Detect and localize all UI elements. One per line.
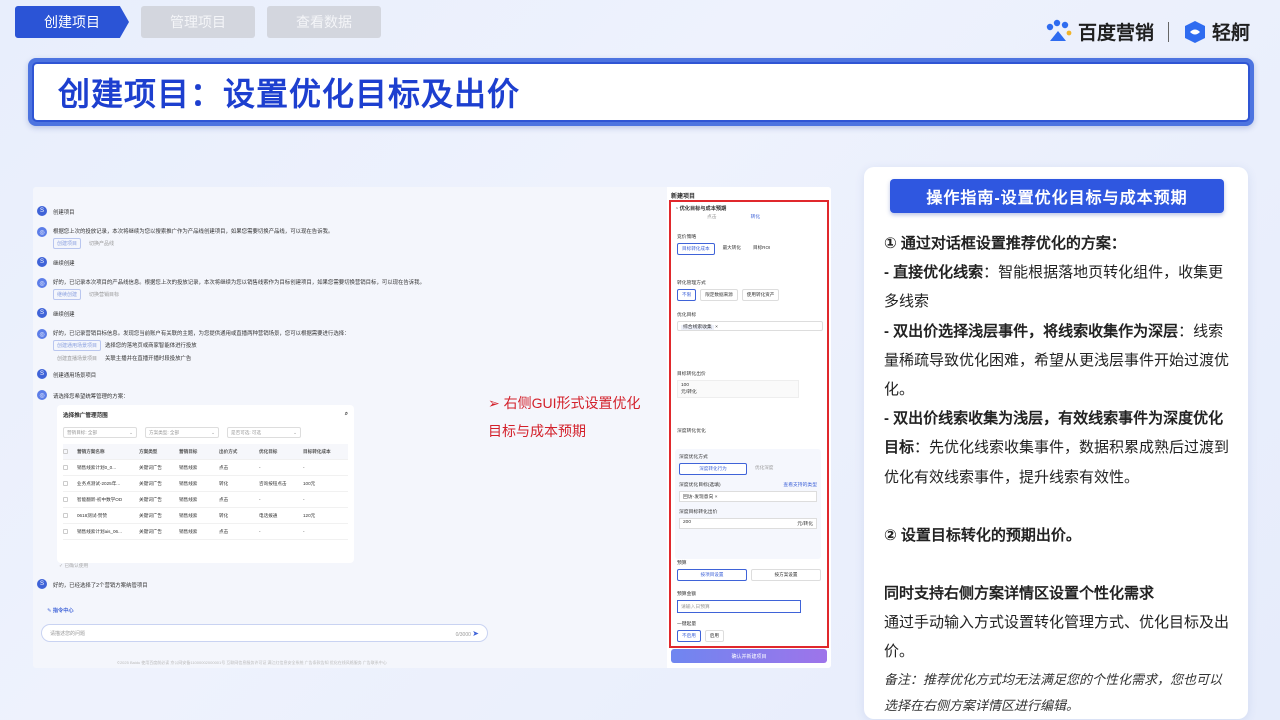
guide-note: 备注：推荐优化方式均无法满足您的个性化需求，您也可以选择在右侧方案详情区进行编辑… (884, 671, 1223, 713)
chat-option-desc: 关联主播并在直播开播时段投放广告 (105, 356, 192, 362)
qingfan-logo-text: 轻舸 (1211, 23, 1250, 44)
scheme-select-table: 选择推广管理范围 ⌕ 营销目标: 全部 ⌄ 方案类型: 全部 ⌄ 是否可选: 可选 ⌄… (57, 405, 354, 563)
user-avatar: S (37, 579, 47, 589)
guide-point: 通过手动输入方式设置转化管理方式、优化目标及出价。 (884, 614, 1230, 661)
guide-point: - 双出价线索收集为浅层，有效线索事件为深度优化目标：先优化线索收集事件，数据积… (884, 410, 1230, 486)
row-checkbox[interactable] (63, 497, 68, 502)
guide-subheading: 同时支持右侧方案详情区设置个性化需求 (884, 585, 1155, 603)
chat-message: ◎ 好的，已记录营销目标信息。发现您当前账户有关联的主题，为您提供通用或直播两种… (37, 329, 657, 364)
chat-text: 创建通用场景项目 (53, 373, 97, 379)
user-avatar: S (37, 369, 47, 379)
filter-marketing-goal[interactable]: 营销目标: 全部 ⌄ (63, 427, 137, 438)
chat-text: 继续创建 (53, 261, 75, 267)
user-avatar: S (37, 206, 47, 216)
baidu-marketing-logo: 百度营销 (1044, 18, 1154, 45)
user-avatar: S (37, 257, 47, 267)
title-banner: 创建项目：设置优化目标及出价 (28, 58, 1254, 126)
chevron-down-icon: ⌄ (293, 429, 297, 435)
guide-point: - 直接优化线索：智能根据落地页转化组件，收集更多线索 (884, 264, 1224, 311)
qingfan-logo-icon (1184, 20, 1205, 43)
guide-step-2: ② 设置目标转化的预期出价。 (884, 526, 1081, 544)
chat-text: 继续创建 (53, 312, 75, 318)
page-footer: ©2025 Baidu 使用百度前必读 京公网安备11000002000001号… (117, 660, 387, 665)
chevron-down-icon: ⌄ (129, 429, 133, 435)
chat-text: 创建项目 (53, 210, 75, 216)
baidu-paw-icon (1046, 19, 1072, 41)
chat-message: ◎ 好的，已记录本次项目的产品线信息。根据您上次的投放记录，本次将继续为您以销售… (37, 278, 657, 300)
chat-text: 好的，已经选择了2个营销方案纳管项目 (53, 583, 148, 589)
guide-header: 操作指南-设置优化目标与成本预期 (890, 179, 1224, 213)
chat-chip[interactable]: 切换产品线 (85, 238, 118, 249)
row-checkbox[interactable] (63, 465, 68, 470)
table-filters: 营销目标: 全部 ⌄ 方案类型: 全部 ⌄ 是否可选: 可选 ⌄ (63, 427, 348, 438)
chat-input[interactable]: 请描述您的问题 0/3000 ➤ (41, 624, 488, 642)
command-center-link[interactable]: ✎ 指令中心 (47, 607, 74, 614)
chat-text: 根据您上次的投放记录，本次将继续为您以搜索推广作为产品线创建项目，如果您需要切换… (53, 229, 334, 235)
table-row[interactable]: 智能翻新-初中数学OD 关键词广告 销售线索 点击 - - (63, 492, 348, 508)
chat-message: S 继续创建 (37, 308, 75, 318)
tab-manage-project[interactable]: 管理项目 (141, 6, 255, 38)
guide-step-1: ① 通过对话框设置推荐优化的方案： (884, 235, 1126, 252)
table-row[interactable]: 0618测试-赞赞 关键词广告 销售线索 转化 电话拨通 120元 (63, 508, 348, 524)
highlight-frame (669, 200, 829, 648)
chevron-down-icon: ⌄ (211, 429, 215, 435)
chat-text: 好的，已记录本次项目的产品线信息。根据您上次的投放记录，本次将继续为您以销售线索… (53, 280, 425, 286)
guide-body: ① 通过对话框设置推荐优化的方案： - 直接优化线索：智能根据落地页转化组件，收… (884, 229, 1230, 719)
logo-divider (1167, 21, 1169, 42)
assistant-avatar: ◎ (37, 390, 47, 400)
guide-card: 操作指南-设置优化目标与成本预期 ① 通过对话框设置推荐优化的方案： - 直接优… (864, 167, 1248, 719)
chat-message: ◎ 根据您上次的投放记录，本次将继续为您以搜索推广作为产品线创建项目，如果您需要… (37, 227, 657, 249)
guide-point: - 双出价选择浅层事件，将线索收集作为深层：线索量稀疏导致优化困难，希望从更浅层… (884, 322, 1230, 399)
row-checkbox[interactable] (63, 529, 68, 534)
chat-chip[interactable]: 创建直播场景项目 (53, 353, 101, 364)
send-icon[interactable]: ➤ (472, 629, 479, 638)
chat-chip[interactable]: 继续创建 (53, 289, 82, 300)
chat-message: ◎ 请选择您希望统筹管理的方案： (37, 390, 128, 400)
chat-message: S 创建项目 (37, 206, 75, 216)
chat-chip[interactable]: 切换营销目标 (85, 289, 123, 300)
table-header: 营销方案名称 方案类型 营销目标 出价方式 优化目标 目标转化成本 (63, 444, 348, 460)
chat-message: S 好的，已经选择了2个营销方案纳管项目 (37, 579, 148, 589)
chat-option-desc: 选择您的落地页或商家智能体进行投放 (105, 343, 197, 349)
search-icon[interactable]: ⌕ (345, 411, 348, 419)
filter-scheme-type[interactable]: 方案类型: 全部 ⌄ (145, 427, 219, 438)
user-avatar: S (37, 308, 47, 318)
confirmed-status: ✓ 已确认使用 (59, 564, 89, 569)
command-icon: ✎ (47, 608, 52, 614)
chat-text: 好的，已记录营销目标信息。发现您当前账户有关联的主题，为您提供通用或直播两种营销… (53, 331, 350, 337)
panel-title: 新建项目 (671, 194, 696, 200)
top-tabs: 创建项目 管理项目 查看数据 (15, 6, 381, 38)
annotation-text: ➢ 右侧GUI形式设置优化目标与成本预期 (488, 395, 641, 439)
table-row[interactable]: 销售线索计划ais_06... 关键词广告 销售线索 点击 - - (63, 524, 348, 540)
assistant-avatar: ◎ (37, 278, 47, 288)
chat-text: 请选择您希望统筹管理的方案： (53, 394, 129, 400)
page-title: 创建项目：设置优化目标及出价 (58, 76, 521, 112)
baidu-logo-text: 百度营销 (1077, 23, 1154, 44)
table-title: 选择推广管理范围 (63, 413, 108, 419)
brand-logos: 百度营销 轻舸 (1044, 18, 1250, 45)
chat-chip[interactable]: 创建通用场景项目 (53, 340, 102, 351)
chat-chip[interactable]: 创建项目 (53, 238, 82, 249)
chat-message: S 继续创建 (37, 257, 75, 267)
row-checkbox[interactable] (63, 481, 68, 486)
confirm-create-button[interactable]: 确认并新建项目 (671, 649, 827, 663)
table-row[interactable]: 销售线索计划0_0... 关键词广告 销售线索 点击 - - (63, 460, 348, 476)
tab-create-project[interactable]: 创建项目 (15, 6, 129, 38)
assistant-avatar: ◎ (37, 227, 47, 237)
row-checkbox[interactable] (63, 513, 68, 518)
filter-selectable[interactable]: 是否可选: 可选 ⌄ (227, 427, 301, 438)
chat-message: S 创建通用场景项目 (37, 369, 96, 379)
assistant-avatar: ◎ (37, 329, 47, 339)
tab-view-data[interactable]: 查看数据 (267, 6, 381, 38)
select-all-checkbox[interactable] (63, 449, 68, 454)
table-row[interactable]: 业务点测试-2025年... 关键词广告 销售线索 转化 咨询按钮点击 100元 (63, 476, 348, 492)
qingfan-logo: 轻舸 (1183, 18, 1250, 45)
